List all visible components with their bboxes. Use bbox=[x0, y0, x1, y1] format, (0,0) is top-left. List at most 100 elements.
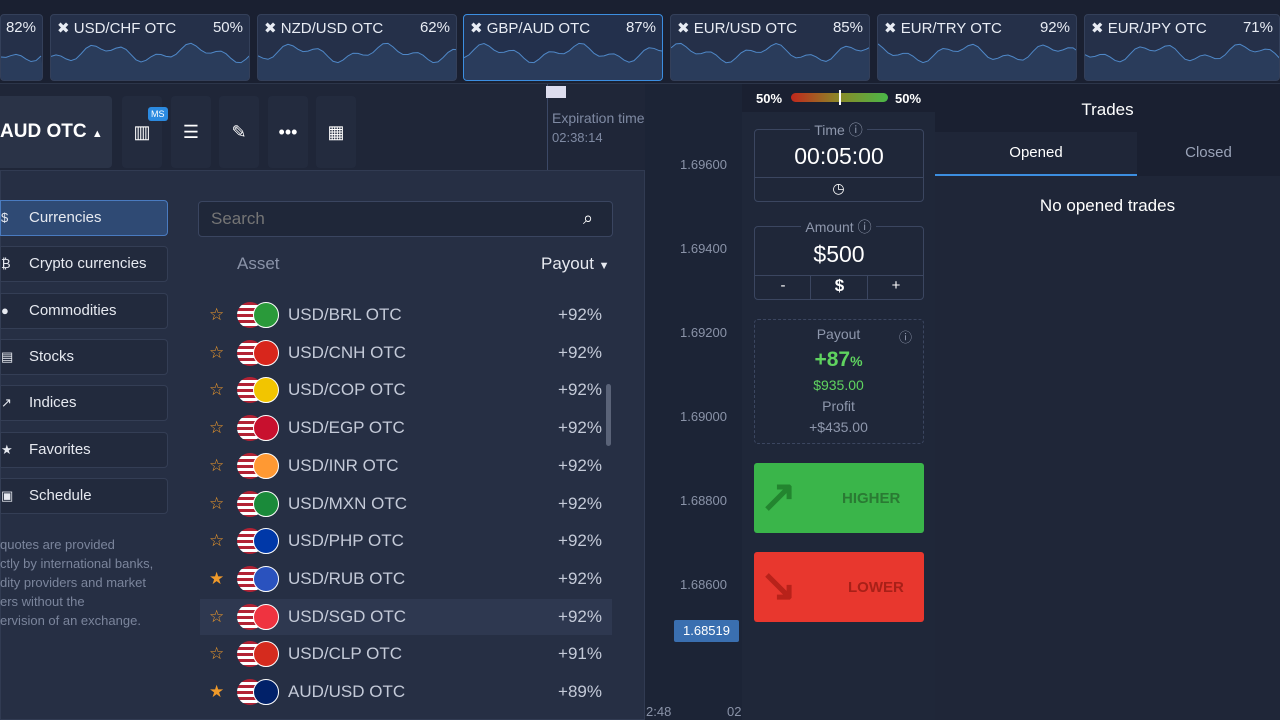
flag-icon bbox=[253, 339, 279, 366]
sentiment-sell: 50% bbox=[756, 91, 783, 106]
category-commodities[interactable]: ● Commodities bbox=[0, 292, 168, 329]
ticker-card[interactable]: 82% bbox=[0, 14, 43, 81]
category-icon: ▤ bbox=[1, 348, 14, 364]
category-label: Favorites bbox=[29, 440, 91, 458]
search-icon[interactable]: ⌕ bbox=[583, 208, 593, 229]
higher-button[interactable]: ↗ HIGHER bbox=[754, 463, 924, 533]
trend-up-icon: ↗ bbox=[760, 472, 797, 521]
profit-label: Profit bbox=[822, 398, 855, 414]
increase-amount-button[interactable]: + bbox=[868, 277, 924, 294]
trades-panel: Trades Opened Closed No opened trades bbox=[935, 84, 1280, 720]
star-outline-icon[interactable]: ☆ bbox=[209, 380, 224, 400]
asset-row[interactable]: ☆ USD/CLP OTC +91% bbox=[200, 636, 612, 672]
flag-icon bbox=[253, 603, 279, 630]
flag-icon bbox=[253, 679, 279, 705]
ticker-card[interactable]: ✖ GBP/AUD OTC 87% bbox=[463, 14, 663, 81]
expiration-flag-icon bbox=[546, 86, 566, 98]
asset-row[interactable]: ☆ USD/PHP OTC +92% bbox=[200, 523, 612, 559]
asset-row[interactable]: ☆ USD/COP OTC +92% bbox=[200, 372, 612, 408]
flag-icon bbox=[253, 528, 279, 555]
star-outline-icon[interactable]: ☆ bbox=[209, 456, 224, 476]
asset-column-header: Asset bbox=[237, 254, 280, 273]
currency-button[interactable]: $ bbox=[811, 276, 868, 296]
asset-payout: +89% bbox=[558, 682, 602, 701]
indicators-button[interactable]: ☰ bbox=[171, 96, 211, 168]
ticker-card[interactable]: ✖ EUR/JPY OTC 71% bbox=[1084, 14, 1280, 81]
clock-icon[interactable]: ◷ bbox=[742, 180, 935, 197]
time-label: Time ⓘ bbox=[742, 120, 935, 140]
asset-payout: +92% bbox=[558, 531, 602, 551]
category-icon: ↗ bbox=[1, 395, 12, 411]
profit-value: +$435.00 bbox=[809, 419, 868, 435]
ticker-sparkline bbox=[51, 42, 249, 80]
time-value[interactable]: 00:05:00 bbox=[754, 143, 924, 170]
trade-panel: 50% 50% Time ⓘ 00:05:00 ◷ Amount ⓘ $500 … bbox=[742, 84, 935, 720]
asset-row[interactable]: ☆ USD/BRL OTC +92% bbox=[200, 297, 612, 333]
price-axis-label: 1.69400 bbox=[680, 241, 727, 256]
star-filled-icon[interactable]: ★ bbox=[209, 569, 224, 589]
layout-button[interactable]: ▦ bbox=[316, 96, 356, 168]
help-icon[interactable]: ⓘ bbox=[849, 122, 863, 138]
flag-icon bbox=[253, 377, 279, 404]
more-button[interactable]: ••• bbox=[268, 96, 308, 168]
tab-opened[interactable]: Opened bbox=[935, 132, 1137, 176]
ticker-card[interactable]: ✖ EUR/TRY OTC 92% bbox=[877, 14, 1077, 81]
higher-label: HIGHER bbox=[842, 490, 901, 507]
amount-value[interactable]: $500 bbox=[754, 241, 924, 268]
expiration-label: Expiration time bbox=[552, 110, 645, 126]
ticker-card[interactable]: ✖ NZD/USD OTC 62% bbox=[257, 14, 457, 81]
star-outline-icon[interactable]: ☆ bbox=[209, 644, 224, 664]
decrease-amount-button[interactable]: - bbox=[755, 277, 811, 294]
candles-icon: ▥ bbox=[133, 122, 151, 142]
asset-payout: +92% bbox=[558, 380, 602, 400]
lower-button[interactable]: ↘ LOWER bbox=[754, 552, 924, 622]
tab-closed[interactable]: Closed bbox=[1137, 132, 1280, 176]
category-indices[interactable]: ↗ Indices bbox=[0, 385, 168, 422]
star-outline-icon[interactable]: ☆ bbox=[209, 343, 224, 363]
lower-label: LOWER bbox=[848, 579, 904, 596]
help-icon[interactable]: ⓘ bbox=[858, 219, 872, 235]
asset-name: USD/MXN OTC bbox=[288, 493, 407, 513]
asset-row[interactable]: ★ AUD/USD OTC +89% bbox=[200, 674, 612, 710]
asset-row[interactable]: ☆ USD/INR OTC +92% bbox=[200, 448, 612, 484]
asset-selector-button[interactable]: AUD OTC ▲ bbox=[0, 96, 112, 168]
drawing-button[interactable]: ✎ bbox=[219, 96, 259, 168]
asset-row[interactable]: ☆ USD/EGP OTC +92% bbox=[200, 410, 612, 446]
payout-percent: +87% bbox=[742, 348, 935, 372]
asset-name: USD/CLP OTC bbox=[288, 644, 402, 664]
flag-icon bbox=[253, 490, 279, 517]
asset-row[interactable]: ☆ USD/SGD OTC +92% bbox=[200, 598, 612, 635]
star-filled-icon[interactable]: ★ bbox=[209, 682, 224, 702]
asset-name: USD/SGD OTC bbox=[288, 606, 407, 626]
category-favorites[interactable]: ★ Favorites bbox=[0, 431, 168, 468]
asset-row[interactable]: ★ USD/RUB OTC +92% bbox=[200, 561, 612, 597]
star-outline-icon[interactable]: ☆ bbox=[209, 494, 224, 514]
search-input[interactable] bbox=[198, 201, 613, 237]
category-currencies[interactable]: $ Currencies bbox=[0, 200, 168, 236]
price-axis-label: 1.69600 bbox=[680, 157, 727, 172]
category-stocks[interactable]: ▤ Stocks bbox=[0, 338, 168, 375]
asset-row[interactable]: ☆ USD/MXN OTC +92% bbox=[200, 486, 612, 522]
star-outline-icon[interactable]: ☆ bbox=[209, 305, 224, 325]
star-outline-icon[interactable]: ☆ bbox=[209, 607, 224, 627]
star-outline-icon[interactable]: ☆ bbox=[209, 418, 224, 438]
category-icon: $ bbox=[1, 210, 9, 225]
payout-sort-header[interactable]: Payout ▼ bbox=[541, 254, 610, 274]
caret-up-icon: ▲ bbox=[91, 128, 103, 140]
grid-icon: ▦ bbox=[327, 122, 345, 142]
category-label: Stocks bbox=[29, 347, 75, 365]
help-icon[interactable]: ⓘ bbox=[899, 327, 912, 346]
asset-name: USD/INR OTC bbox=[288, 455, 399, 475]
ticker-card[interactable]: ✖ USD/CHF OTC 50% bbox=[50, 14, 250, 81]
star-outline-icon[interactable]: ☆ bbox=[209, 531, 224, 551]
ticker-card[interactable]: ✖ EUR/USD OTC 85% bbox=[670, 14, 870, 81]
price-axis-label: 1.68800 bbox=[680, 493, 727, 508]
category-schedule[interactable]: ▣ Schedule bbox=[0, 477, 168, 514]
asset-row[interactable]: ☆ USD/CNH OTC +92% bbox=[200, 335, 612, 371]
price-axis-label: 1.69000 bbox=[680, 409, 727, 424]
category-crypto-currencies[interactable]: ₿ Crypto currencies bbox=[0, 246, 168, 283]
ticker-sparkline bbox=[464, 42, 662, 80]
sliders-icon: ☰ bbox=[182, 122, 200, 142]
scrollbar[interactable] bbox=[606, 384, 611, 446]
payout-pct-value: +87 bbox=[814, 348, 851, 371]
